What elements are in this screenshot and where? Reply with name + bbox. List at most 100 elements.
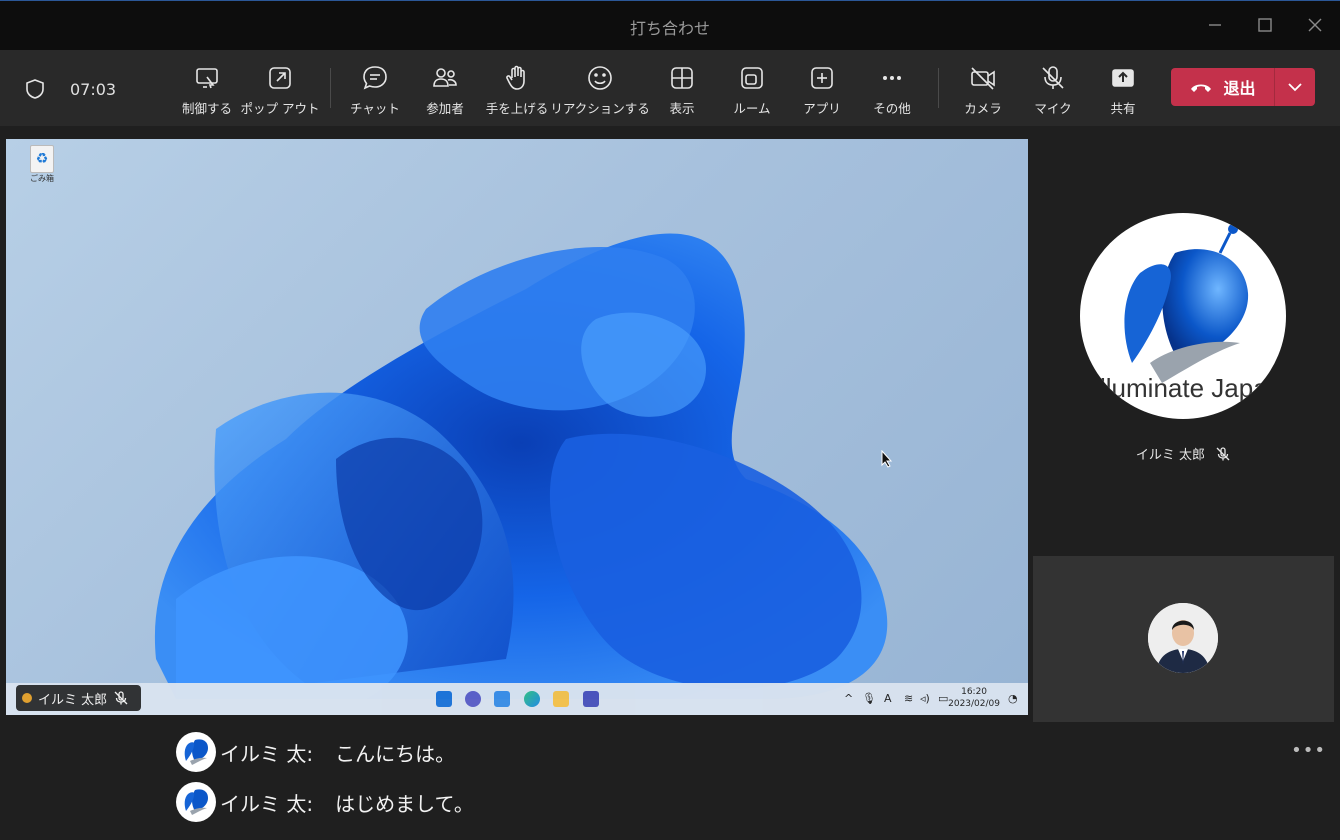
hang-up-icon [1191, 84, 1212, 92]
leave-dropdown[interactable] [1275, 68, 1315, 106]
more-label: その他 [873, 101, 911, 116]
share-button[interactable]: 共有 [1084, 64, 1162, 117]
camera-label: カメラ [964, 101, 1002, 116]
apps-label: アプリ [803, 101, 841, 116]
react-label: リアクションする [550, 101, 650, 116]
close-icon [1308, 18, 1322, 32]
toolbar-divider [938, 68, 939, 108]
pop-out-button[interactable]: ポップ アウト [240, 64, 320, 117]
leave-main[interactable]: 退出 [1171, 68, 1275, 106]
participants-label: 参加者 [426, 101, 464, 116]
apps-button[interactable]: アプリ [783, 64, 861, 117]
caption-speaker: イルミ 太: [220, 791, 314, 816]
smiley-icon [588, 66, 612, 90]
mic-label: マイク [1034, 101, 1072, 116]
participant-panel: lluminate Japa イルミ 太郎 [1033, 139, 1334, 551]
presenter-avatar-dot [22, 693, 32, 703]
minimize-button[interactable] [1195, 9, 1235, 41]
raise-hand-label: 手を上げる [485, 101, 549, 116]
chevron-down-icon [1288, 83, 1302, 92]
start-icon[interactable] [436, 691, 452, 707]
camera-button[interactable]: カメラ [944, 64, 1022, 117]
react-button[interactable]: リアクションする [550, 64, 650, 117]
participant-avatar[interactable]: lluminate Japa [1080, 213, 1286, 419]
caption-line: イルミ 太: はじめまして。 [176, 782, 474, 822]
hand-icon [506, 65, 525, 90]
self-video-tile[interactable] [1033, 556, 1334, 722]
battery-icon[interactable]: ▭ [938, 692, 948, 705]
participant-name-row: イルミ 太郎 [1033, 444, 1334, 463]
take-control-button[interactable]: 制御する [168, 64, 246, 117]
maximize-icon [1258, 18, 1272, 32]
self-avatar [1148, 603, 1218, 673]
share-label: 共有 [1110, 101, 1136, 116]
recycle-bin-desktop-icon[interactable]: ♻ ごみ箱 [24, 145, 60, 184]
caption-avatar [176, 732, 216, 772]
leave-label: 退出 [1223, 79, 1256, 98]
ime-indicator[interactable]: A [884, 692, 892, 705]
raise-hand-button[interactable]: 手を上げる [478, 64, 556, 117]
teams-chat-taskbar-icon[interactable] [465, 691, 481, 707]
windows-taskbar: ^ 🎙 A ≋ ◃) ▭ 16:20 2023/02/09 ◔ [6, 683, 1028, 715]
presenter-name-tag: イルミ 太郎 [16, 685, 142, 711]
view-button[interactable]: 表示 [643, 64, 721, 117]
close-button[interactable] [1295, 9, 1335, 41]
tray-mic-icon[interactable]: 🎙 [862, 692, 876, 705]
file-explorer-taskbar-icon[interactable] [553, 691, 569, 707]
wifi-icon[interactable]: ≋ [904, 692, 913, 705]
rooms-label: ルーム [733, 101, 771, 116]
grid-view-icon [671, 67, 693, 89]
edge-taskbar-icon[interactable] [524, 691, 540, 707]
take-control-icon [196, 68, 218, 89]
chat-button[interactable]: チャット [336, 64, 414, 117]
caption-text: こんにちは。 [335, 741, 456, 766]
pop-out-label: ポップ アウト [240, 101, 320, 116]
recycle-bin-icon: ♻ [30, 145, 54, 173]
taskbar-time: 16:20 [961, 687, 988, 697]
teams-taskbar-icon[interactable] [583, 691, 599, 707]
title-bar: 打ち合わせ [0, 0, 1340, 50]
rooms-button[interactable]: ルーム [713, 64, 791, 117]
pop-out-icon [269, 67, 291, 89]
taskbar-date: 2023/02/09 [948, 699, 1000, 709]
shared-screen[interactable]: ♻ ごみ箱 ^ 🎙 A ≋ ◃) ▭ 16:20 2023/02/09 ◔ イル… [6, 139, 1028, 715]
illuminate-logo-icon [184, 739, 208, 765]
more-button[interactable]: その他 [853, 64, 931, 117]
mic-off-icon [1216, 446, 1230, 460]
minimize-icon [1209, 24, 1221, 26]
participant-name: イルミ 太郎 [1135, 448, 1206, 463]
mic-off-icon [114, 691, 128, 705]
chat-label: チャット [350, 101, 400, 116]
participant-avatar-text: lluminate Japa [1100, 373, 1268, 403]
add-app-icon [811, 67, 833, 89]
meeting-toolbar: 07:03 制御する ポップ アウト チャット 参加者 手を上げる リアクション… [0, 50, 1340, 126]
recycle-bin-label: ごみ箱 [30, 174, 54, 183]
taskbar-clock[interactable]: 16:20 2023/02/09 [948, 686, 1000, 710]
camera-off-icon [971, 67, 995, 90]
people-icon [433, 68, 457, 87]
rooms-icon [741, 67, 763, 89]
shield-icon[interactable] [24, 78, 46, 100]
more-icon [883, 76, 901, 80]
meeting-timer: 07:03 [70, 80, 117, 99]
chat-icon [363, 66, 387, 90]
mouse-cursor-icon [881, 450, 893, 468]
take-control-label: 制御する [181, 101, 232, 116]
caption-line: イルミ 太: こんにちは。 [176, 732, 455, 772]
caption-speaker: イルミ 太: [220, 741, 314, 766]
mic-off-icon [1042, 66, 1064, 89]
participants-button[interactable]: 参加者 [406, 64, 484, 117]
notepad-taskbar-icon[interactable] [494, 691, 510, 707]
maximize-button[interactable] [1245, 9, 1285, 41]
person-photo-icon [1148, 603, 1218, 673]
share-icon [1112, 69, 1134, 87]
mic-button[interactable]: マイク [1014, 64, 1092, 117]
leave-button[interactable]: 退出 [1171, 68, 1315, 106]
captions-more-icon[interactable]: ••• [1291, 740, 1326, 761]
volume-icon[interactable]: ◃) [920, 692, 930, 705]
toolbar-divider [330, 68, 331, 108]
notification-icon[interactable]: ◔ [1008, 692, 1018, 705]
presenter-name: イルミ 太郎 [38, 692, 108, 708]
tray-chevron-icon[interactable]: ^ [844, 692, 853, 705]
wallpaper-bloom [154, 233, 888, 699]
